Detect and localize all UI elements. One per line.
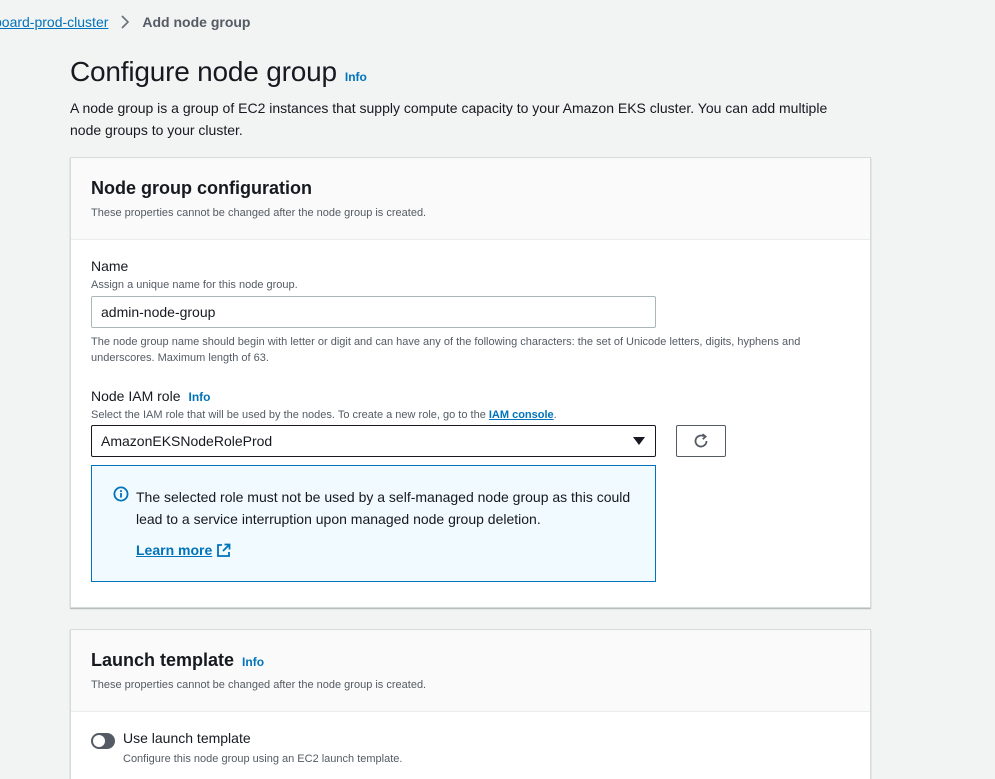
name-constraint-text: The node group name should begin with le… <box>91 336 801 364</box>
page-description: A node group is a group of EC2 instances… <box>70 100 828 138</box>
name-description: Assign a unique name for this node group… <box>91 279 298 291</box>
iam-role-selected-value: AmazonEKSNodeRoleProd <box>101 433 273 449</box>
panel-description: These properties cannot be changed after… <box>91 679 427 691</box>
refresh-roles-button[interactable] <box>676 425 726 457</box>
panel-description: These properties cannot be changed after… <box>91 207 427 219</box>
iam-role-description-suffix: . <box>553 409 557 421</box>
refresh-icon <box>694 433 708 448</box>
page-title: Configure node group <box>70 56 337 87</box>
iam-role-select[interactable]: AmazonEKSNodeRoleProd <box>91 425 656 457</box>
toggle-description: Configure this node group using an EC2 l… <box>123 753 403 765</box>
alert-text: The selected role must not be used by a … <box>136 489 631 527</box>
caret-down-icon <box>633 437 645 445</box>
info-alert: The selected role must not be used by a … <box>91 465 656 582</box>
launch-template-toggle[interactable] <box>91 733 115 749</box>
node-group-configuration-panel: Node group configuration These propertie… <box>70 157 871 608</box>
learn-more-label: Learn more <box>136 542 213 558</box>
learn-more-link[interactable]: Learn more <box>136 542 231 558</box>
panel-body: Name Assign a unique name for this node … <box>71 240 870 602</box>
iam-role-row: AmazonEKSNodeRoleProd <box>91 425 850 457</box>
external-link-icon <box>217 543 231 557</box>
breadcrumb-cluster-link[interactable]: board-prod-cluster <box>0 14 108 30</box>
name-input[interactable]: admin-node-group <box>91 296 656 328</box>
panel-title: Launch template <box>91 650 235 670</box>
panel-header: Node group configuration These propertie… <box>71 158 870 240</box>
iam-role-description-text: Select the IAM role that will be used by… <box>91 409 489 421</box>
page-header: Configure node group Info A node group i… <box>70 56 860 141</box>
chevron-right-icon <box>118 15 132 29</box>
panel-body: Use launch template Configure this node … <box>71 712 870 779</box>
info-circle-icon <box>113 486 129 502</box>
name-label: Name <box>91 258 129 274</box>
launch-template-info-link[interactable]: Info <box>242 655 264 669</box>
launch-template-panel: Launch template Info These properties ca… <box>70 629 871 779</box>
panel-title: Node group configuration <box>91 178 312 198</box>
page-info-link[interactable]: Info <box>345 70 367 84</box>
iam-console-link[interactable]: IAM console <box>489 409 554 421</box>
panel-header: Launch template Info These properties ca… <box>71 630 870 712</box>
iam-role-info-link[interactable]: Info <box>188 390 210 404</box>
breadcrumb-current: Add node group <box>142 14 251 30</box>
breadcrumb: board-prod-cluster Add node group <box>0 12 250 32</box>
iam-role-description: Select the IAM role that will be used by… <box>91 409 850 421</box>
toggle-label: Use launch template <box>123 730 251 746</box>
iam-role-label: Node IAM role <box>91 388 181 404</box>
launch-template-toggle-row: Use launch template Configure this node … <box>91 730 850 765</box>
iam-role-label-row: Node IAM role Info <box>91 388 850 404</box>
